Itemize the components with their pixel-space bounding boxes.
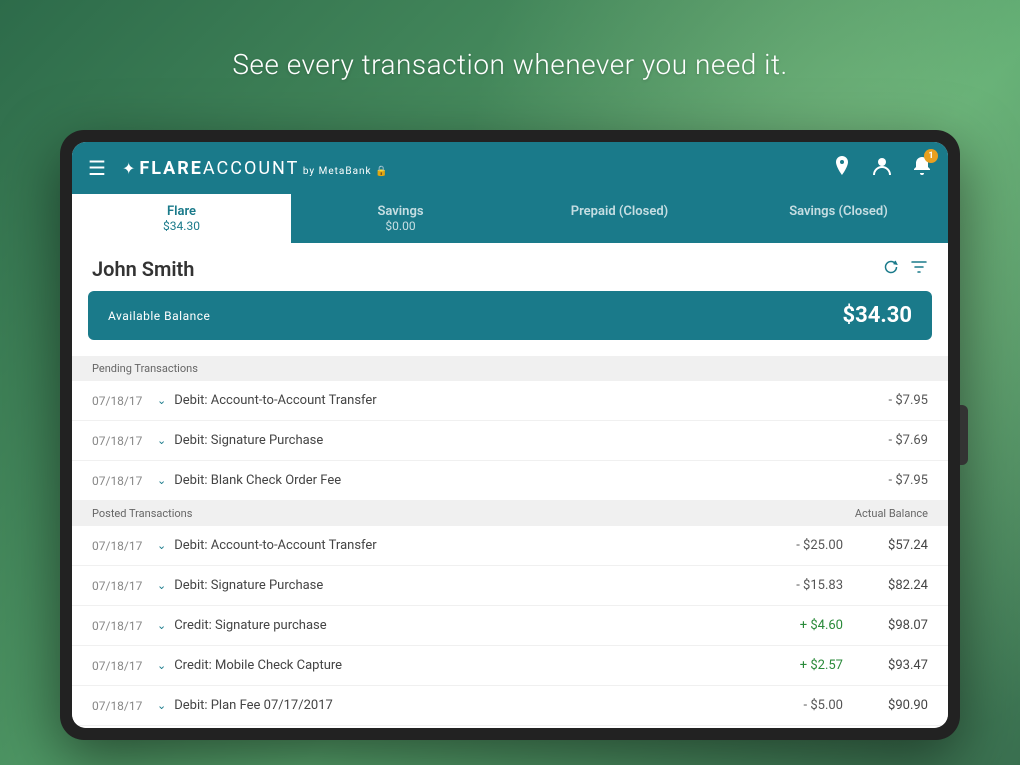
tab-savings-name: Savings (299, 204, 502, 219)
tx-date: 07/18/17 (92, 539, 157, 553)
page-headline: See every transaction whenever you need … (0, 48, 1020, 81)
refresh-icon[interactable] (882, 258, 900, 280)
tx-amount: - $5.00 (773, 698, 843, 713)
chevron-down-icon: ⌄ (157, 434, 166, 447)
tx-description: Credit: Signature purchase (174, 618, 773, 633)
chevron-down-icon: ⌄ (157, 539, 166, 552)
tx-date: 07/18/17 (92, 474, 157, 488)
tab-flare-amount: $34.30 (80, 219, 283, 233)
table-row[interactable]: 07/18/17 ⌄ Debit: Account-to-Account Tra… (72, 526, 948, 566)
filter-icon[interactable] (910, 258, 928, 280)
tab-prepaid-closed[interactable]: Prepaid (Closed) (510, 194, 729, 243)
tx-amount: + $2.57 (773, 658, 843, 673)
tx-balance: $98.07 (863, 618, 928, 633)
tx-date: 07/18/17 (92, 579, 157, 593)
posted-transactions-header: Posted Transactions Actual Balance (72, 501, 948, 526)
tx-description: Debit: Signature Purchase (174, 578, 773, 593)
tx-date: 07/18/17 (92, 434, 157, 448)
chevron-down-icon: ⌄ (157, 474, 166, 487)
tablet-side-handle (960, 405, 968, 465)
logo-area: ✦ FLAREACCOUNT by MetaBank 🔒 (122, 158, 832, 179)
chevron-down-icon: ⌄ (157, 699, 166, 712)
tx-description: Debit: Account-to-Account Transfer (174, 538, 773, 553)
tx-description: Debit: Account-to-Account Transfer (174, 393, 858, 408)
tab-savings-amount: $0.00 (299, 219, 502, 233)
tx-balance: $93.47 (863, 658, 928, 673)
tx-date: 07/18/17 (92, 699, 157, 713)
chevron-down-icon: ⌄ (157, 659, 166, 672)
table-row[interactable]: 07/18/17 ⌄ Debit: Signature Purchase - $… (72, 566, 948, 606)
tx-amount: - $7.95 (858, 393, 928, 408)
tab-savings[interactable]: Savings $0.00 (291, 194, 510, 243)
app-header: ☰ ✦ FLAREACCOUNT by MetaBank 🔒 (72, 142, 948, 194)
tx-description: Credit: Mobile Check Capture (174, 658, 773, 673)
tx-description: Debit: Signature Purchase (174, 433, 858, 448)
tx-balance: $82.24 (863, 578, 928, 593)
table-row[interactable]: 07/18/17 ⌄ Debit: Blank Check Order Fee … (72, 461, 948, 501)
pending-transactions-header: Pending Transactions (72, 356, 948, 381)
tx-amount: - $7.95 (858, 473, 928, 488)
user-row: John Smith (72, 243, 948, 291)
tab-prepaid-name: Prepaid (Closed) (518, 204, 721, 219)
header-icons: 1 (832, 155, 932, 182)
tab-savings-closed-name: Savings (Closed) (737, 204, 940, 219)
tx-date: 07/18/17 (92, 659, 157, 673)
tx-date: 07/18/17 (92, 619, 157, 633)
tx-amount: - $25.00 (773, 538, 843, 553)
account-tabs: Flare $34.30 Savings $0.00 Prepaid (Clos… (72, 194, 948, 243)
chevron-down-icon: ⌄ (157, 579, 166, 592)
actual-balance-label: Actual Balance (855, 507, 928, 520)
tx-balance: $57.24 (863, 538, 928, 553)
tablet-screen: ☰ ✦ FLAREACCOUNT by MetaBank 🔒 (72, 142, 948, 728)
content-area: John Smith Available Balance $34.30 (72, 243, 948, 728)
tx-amount: + $4.60 (773, 618, 843, 633)
table-row[interactable]: 07/18/17 ⌄ Debit: Signature Purchase - $… (72, 421, 948, 461)
posted-section-label: Posted Transactions (92, 507, 192, 520)
notification-count-badge: 1 (924, 149, 938, 163)
hamburger-menu-button[interactable]: ☰ (88, 156, 106, 180)
table-row[interactable]: 07/17/17 ⌄ Debit: Signature Purchase - $… (72, 726, 948, 728)
balance-bar: Available Balance $34.30 (88, 291, 932, 340)
logo-star-icon: ✦ (122, 159, 135, 178)
bell-icon[interactable]: 1 (912, 155, 932, 182)
table-row[interactable]: 07/18/17 ⌄ Debit: Plan Fee 07/17/2017 - … (72, 686, 948, 726)
chevron-down-icon: ⌄ (157, 394, 166, 407)
balance-amount: $34.30 (843, 303, 913, 328)
tx-date: 07/18/17 (92, 394, 157, 408)
tx-balance: $90.90 (863, 698, 928, 713)
balance-label: Available Balance (108, 309, 210, 323)
table-row[interactable]: 07/18/17 ⌄ Credit: Signature purchase + … (72, 606, 948, 646)
tx-amount: - $15.83 (773, 578, 843, 593)
tab-savings-closed[interactable]: Savings (Closed) (729, 194, 948, 243)
user-name: John Smith (92, 257, 872, 281)
table-row[interactable]: 07/18/17 ⌄ Debit: Account-to-Account Tra… (72, 381, 948, 421)
tab-flare-name: Flare (80, 204, 283, 219)
profile-icon[interactable] (872, 155, 892, 182)
tx-description: Debit: Plan Fee 07/17/2017 (174, 698, 773, 713)
table-row[interactable]: 07/18/17 ⌄ Credit: Mobile Check Capture … (72, 646, 948, 686)
pending-section-label: Pending Transactions (92, 362, 198, 375)
location-icon[interactable] (832, 155, 852, 182)
chevron-down-icon: ⌄ (157, 619, 166, 632)
tx-description: Debit: Blank Check Order Fee (174, 473, 858, 488)
tab-flare[interactable]: Flare $34.30 (72, 194, 291, 243)
tablet-device: ☰ ✦ FLAREACCOUNT by MetaBank 🔒 (60, 130, 960, 740)
tx-amount: - $7.69 (858, 433, 928, 448)
app-logo: FLAREACCOUNT by MetaBank 🔒 (139, 158, 388, 179)
